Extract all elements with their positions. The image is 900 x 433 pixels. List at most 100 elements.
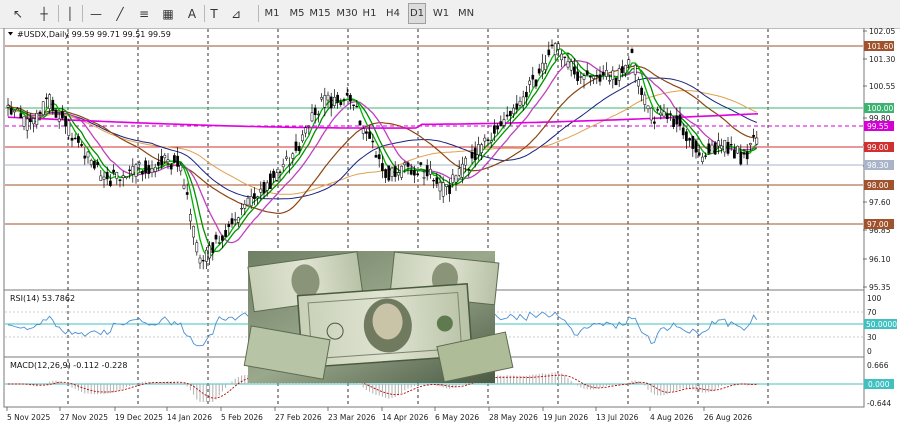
timeframe-w1[interactable]: W1 [431, 3, 451, 24]
candle-body [438, 182, 442, 192]
candle-body [710, 144, 714, 154]
candle-body [621, 66, 624, 74]
candle-body [365, 131, 368, 134]
candle-body [19, 113, 23, 118]
candle-body [38, 111, 42, 114]
candle-body [704, 155, 707, 157]
candle-body [739, 151, 743, 165]
candle-body [70, 137, 74, 141]
candle-body [285, 156, 288, 159]
candle-body [601, 71, 605, 75]
candle-body [697, 152, 701, 156]
candle-body [406, 162, 410, 167]
horizontal-line-icon[interactable]: — [87, 3, 105, 24]
candle-body [137, 162, 141, 165]
trendline-icon[interactable]: ╱ [111, 3, 129, 24]
candle-body [726, 141, 730, 154]
candle-body [656, 109, 659, 111]
candle-body [368, 131, 371, 139]
candle-body [83, 155, 87, 159]
candle-body [653, 121, 656, 124]
candle-body [425, 165, 429, 177]
candle-body [489, 140, 493, 143]
candle-body [496, 125, 499, 130]
candle-body [352, 104, 355, 106]
price-level-tag-label: 101.60 [867, 42, 893, 51]
candle-body [313, 107, 317, 116]
time-tick-label: 19 Jun 2026 [543, 413, 588, 422]
timeframe-h4[interactable]: H4 [384, 3, 402, 24]
timeframe-m1[interactable]: M1 [263, 3, 281, 24]
candle-body [665, 113, 669, 120]
candle-body [483, 137, 487, 142]
candle-body [205, 249, 208, 262]
crosshair-icon[interactable]: ┼ [35, 3, 53, 24]
timeframe-mn[interactable]: MN [455, 3, 477, 24]
candle-body [93, 160, 96, 169]
price-tick-label: 95.35 [869, 283, 891, 292]
price-level-tag-label: 98.30 [867, 161, 889, 170]
candle-body [454, 175, 458, 183]
candle-body [611, 70, 615, 80]
timeframe-h1[interactable]: H1 [361, 3, 378, 24]
candle-body [310, 112, 314, 122]
rsi-header: RSI(14) 53.7862 [10, 294, 75, 303]
candle-body [262, 181, 266, 194]
candle-body [505, 114, 509, 117]
candle-body [326, 94, 330, 101]
candle-body [195, 242, 199, 253]
price-chart[interactable]: #USDX,Daily 99.59 99.71 99.51 99.59 RSI(… [0, 27, 900, 429]
timeframe-m5[interactable]: M5 [288, 3, 306, 24]
time-tick-label: 6 May 2026 [435, 413, 479, 422]
candle-body [400, 165, 403, 178]
shapes-icon[interactable]: ⊿ [227, 3, 245, 24]
candle-body [67, 120, 71, 136]
candle-body [557, 43, 560, 50]
candle-body [160, 155, 163, 166]
candle-body [717, 140, 720, 147]
candle-body [681, 127, 685, 136]
candle-body [573, 66, 576, 75]
candle-body [448, 184, 451, 194]
text-icon[interactable]: A [183, 3, 201, 24]
timeframe-m15[interactable]: M15 [309, 3, 331, 24]
candle-body [179, 164, 183, 172]
candle-body [675, 115, 679, 125]
candle-body [323, 95, 327, 108]
timeframe-m30[interactable]: M30 [336, 3, 358, 24]
dollar-bills-image [243, 251, 514, 383]
candle-body [281, 164, 285, 168]
candle-body [259, 188, 263, 193]
candle-body [141, 171, 144, 175]
price-level-tag-label: 98.00 [867, 181, 889, 190]
candle-body [54, 109, 58, 118]
candle-body [576, 71, 579, 82]
candle-body [64, 116, 67, 127]
candle-body [9, 107, 13, 115]
candle-body [553, 43, 557, 55]
candle-body [329, 96, 333, 109]
candle-body [112, 169, 115, 173]
macd-tick-label: -0.644 [867, 399, 891, 408]
chart-window[interactable]: #USDX,Daily 99.59 99.71 99.51 99.59 RSI(… [0, 27, 900, 429]
fibonacci-icon[interactable]: ≡ [135, 3, 153, 24]
candle-body [659, 112, 663, 116]
price-tick-label: 97.60 [869, 198, 891, 207]
cursor-icon[interactable]: ↖ [9, 3, 27, 24]
candle-body [246, 197, 250, 206]
candle-body [269, 173, 272, 189]
timeframe-d1[interactable]: D1 [408, 3, 426, 24]
candle-body [153, 166, 157, 172]
channel-icon[interactable]: ▦ [159, 3, 177, 24]
vertical-line-icon[interactable]: │ [61, 3, 79, 24]
candle-body [512, 107, 515, 115]
candle-body [13, 110, 16, 113]
candle-body [230, 218, 234, 225]
candle-body [694, 140, 698, 153]
text-label-icon[interactable]: T [205, 3, 223, 24]
candle-body [361, 128, 365, 134]
candle-body [307, 125, 311, 127]
candle-body [169, 164, 173, 170]
time-tick-label: 23 Mar 2026 [328, 413, 376, 422]
time-tick-label: 14 Apr 2026 [382, 413, 429, 422]
